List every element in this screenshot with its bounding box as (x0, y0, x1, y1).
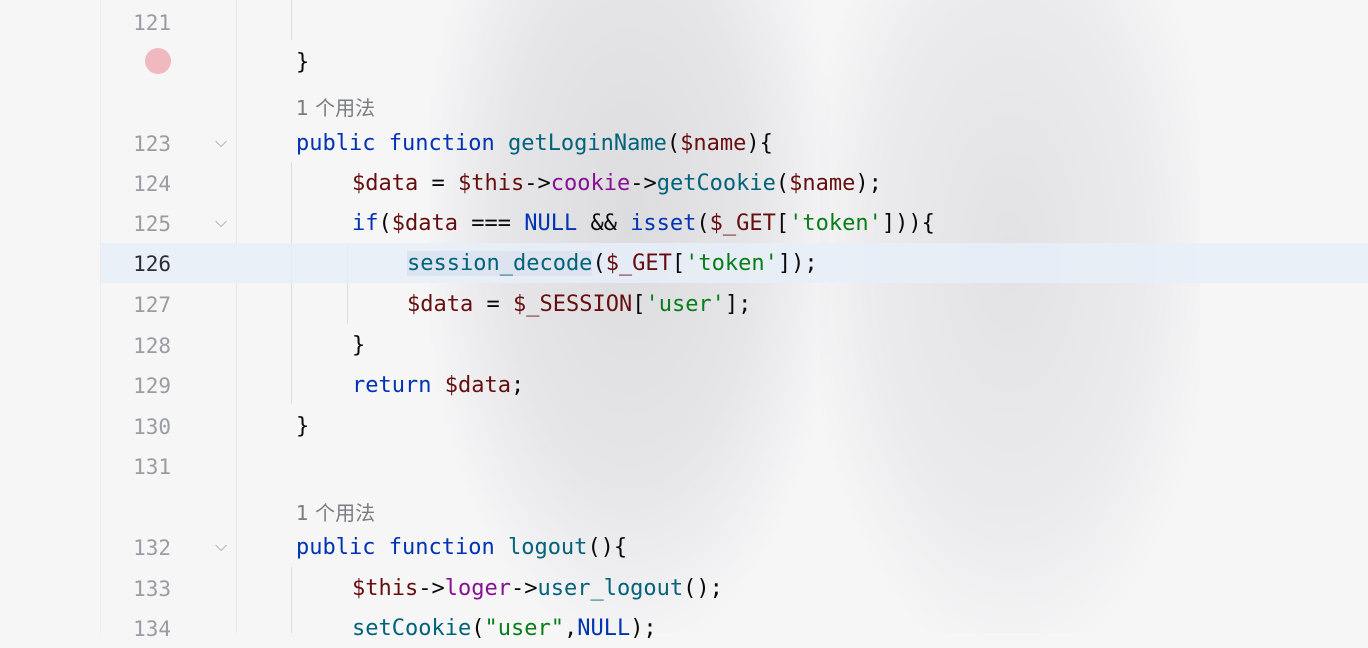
line-number: 133 (133, 577, 171, 601)
code-line[interactable]: 128 } (101, 325, 1368, 365)
line-number: 128 (133, 334, 171, 358)
code-editor[interactable]: 121 } 1 个用法 123 ⌵ public function getLog… (100, 0, 1368, 641)
code-line[interactable]: 132 ⌵ public function logout(){ (101, 527, 1368, 567)
line-number: 130 (133, 415, 171, 439)
code-text: public function getLoginName($name){ (296, 131, 773, 156)
code-line[interactable]: 124 $data = $this->cookie->getCookie($na… (101, 163, 1368, 203)
code-text: public function logout(){ (296, 535, 628, 560)
line-number: 123 (133, 132, 171, 156)
code-text: $this->loger->user_logout(); (352, 576, 723, 601)
code-line[interactable]: 131 (101, 446, 1368, 486)
line-number: 131 (133, 455, 171, 479)
line-number: 124 (133, 172, 171, 196)
line-number: 134 (133, 617, 171, 641)
chevron-down-icon[interactable]: ⌵ (215, 212, 227, 232)
line-number: 127 (133, 293, 171, 317)
code-line[interactable]: 129 return $data; (101, 365, 1368, 405)
code-text: $data = $_SESSION['user']; (407, 292, 752, 317)
line-number: 129 (133, 374, 171, 398)
breakpoint-icon[interactable] (145, 48, 171, 74)
code-line[interactable]: 130 } (101, 406, 1368, 446)
chevron-down-icon[interactable]: ⌵ (215, 536, 227, 556)
code-text: } (296, 414, 310, 439)
code-text: return $data; (352, 373, 525, 398)
usage-hint-row: 1 个用法 (101, 489, 1368, 529)
code-text: $data = $this->cookie->getCookie($name); (352, 171, 882, 196)
usage-hint[interactable]: 1 个用法 (296, 497, 375, 526)
code-line-current[interactable]: 126 session_decode($_GET['token']); (101, 243, 1368, 283)
chevron-down-icon[interactable]: ⌵ (215, 132, 227, 152)
code-line[interactable]: 125 ⌵ if($data === NULL && isset($_GET['… (101, 203, 1368, 243)
code-line[interactable]: 127 $data = $_SESSION['user']; (101, 284, 1368, 324)
code-text: if($data === NULL && isset($_GET['token'… (352, 211, 935, 236)
code-line[interactable]: 123 ⌵ public function getLoginName($name… (101, 123, 1368, 163)
line-number: 125 (133, 212, 171, 236)
code-line[interactable]: 121 (101, 2, 1368, 42)
usage-hint[interactable]: 1 个用法 (296, 92, 375, 121)
code-text: session_decode($_GET['token']); (407, 251, 818, 276)
usage-hint-row: 1 个用法 (101, 84, 1368, 124)
code-line[interactable]: 133 $this->loger->user_logout(); (101, 568, 1368, 608)
code-text: } (352, 333, 366, 358)
code-text: setCookie("user",NULL); (352, 616, 657, 641)
line-number: 132 (133, 536, 171, 560)
code-text: } (296, 50, 310, 75)
line-number: 126 (133, 252, 171, 276)
code-line[interactable]: 134 setCookie("user",NULL); (101, 608, 1368, 648)
line-number: 121 (133, 11, 171, 35)
code-line[interactable]: } (101, 42, 1368, 82)
